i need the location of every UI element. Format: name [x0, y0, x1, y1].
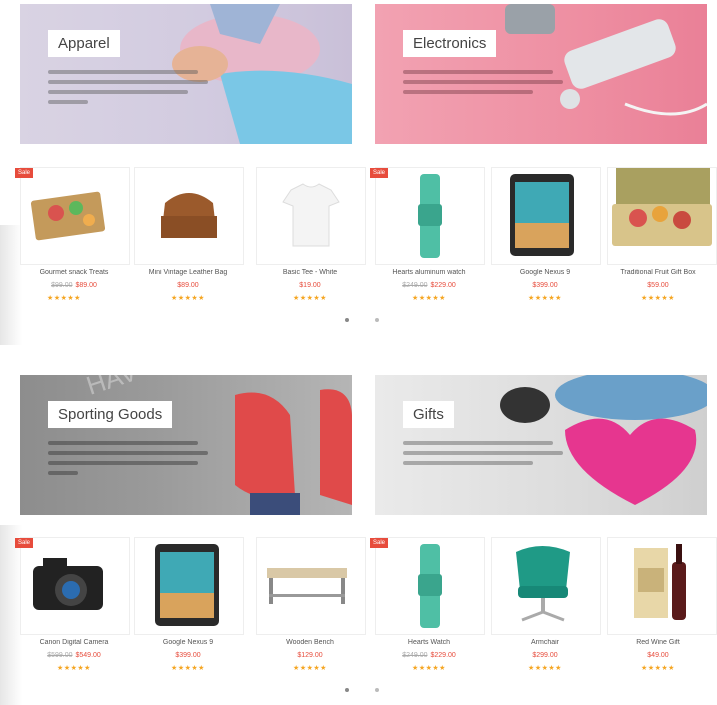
banner-title: Apparel: [48, 30, 120, 57]
old-price: $599.00: [47, 652, 73, 659]
rating-stars: ★★★★★: [528, 665, 562, 672]
banner-description: [48, 441, 208, 481]
old-price: $249.00: [402, 282, 428, 289]
product-image: [30, 191, 106, 241]
old-price: $99.00: [51, 282, 73, 289]
rating-stars: ★★★★★: [293, 665, 327, 672]
old-price: $249.00: [402, 652, 428, 659]
product-image: [155, 544, 219, 626]
current-price: $229.00: [430, 282, 456, 289]
product-price: $299.00: [532, 652, 558, 659]
rating-stars: ★★★★★: [641, 295, 675, 302]
product-price: $19.00: [299, 282, 321, 289]
product-image: [282, 183, 340, 247]
current-price: $229.00: [430, 652, 456, 659]
carousel-dot[interactable]: [375, 688, 379, 692]
product-image: [418, 544, 442, 628]
product-price: $59.00: [647, 282, 669, 289]
product-name[interactable]: Google Nexus 9: [486, 269, 604, 276]
product-name[interactable]: Hearts Watch: [370, 639, 488, 646]
svg-text:HAV: HAV: [83, 375, 142, 401]
product-price: $249.00 $229.00: [370, 652, 488, 659]
product-image: [267, 568, 347, 604]
product-image: [33, 558, 103, 610]
carousel-dot[interactable]: [345, 688, 349, 692]
product-image: [510, 174, 574, 256]
product-name[interactable]: Traditional Fruit Gift Box: [599, 269, 717, 276]
product-price: $399.00: [175, 652, 201, 659]
rating-stars: ★★★★★: [412, 295, 446, 302]
product-image: [161, 193, 217, 238]
product-name[interactable]: Red Wine Gift: [599, 639, 717, 646]
product-price: $49.00: [647, 652, 669, 659]
product-price: $249.00 $229.00: [370, 282, 488, 289]
product-price: $129.00: [297, 652, 323, 659]
product-image: [418, 174, 442, 258]
banner-gifts[interactable]: Gifts: [375, 375, 707, 515]
product-card[interactable]: [256, 537, 366, 635]
rating-stars: ★★★★★: [57, 665, 91, 672]
product-name[interactable]: Google Nexus 9: [129, 639, 247, 646]
product-image: [612, 168, 712, 246]
product-card[interactable]: [134, 537, 244, 635]
product-name[interactable]: Basic Tee - White: [251, 269, 369, 276]
banner-electronics[interactable]: Electronics: [375, 4, 707, 144]
rating-stars: ★★★★★: [171, 295, 205, 302]
product-card[interactable]: [607, 537, 717, 635]
product-card[interactable]: Sale: [370, 537, 485, 635]
product-card[interactable]: Sale: [15, 167, 130, 265]
banner-description: [403, 70, 563, 100]
product-name[interactable]: Gourmet snack Treats: [15, 269, 133, 276]
product-card[interactable]: Sale: [15, 537, 130, 635]
product-card[interactable]: [607, 167, 717, 265]
rating-stars: ★★★★★: [47, 295, 81, 302]
product-name[interactable]: Wooden Bench: [251, 639, 369, 646]
banner-title: Electronics: [403, 30, 497, 57]
rating-stars: ★★★★★: [171, 665, 205, 672]
banner-description: [403, 441, 563, 471]
rating-stars: ★★★★★: [641, 665, 675, 672]
product-price: $399.00: [532, 282, 558, 289]
product-price: $599.00 $549.00: [15, 652, 133, 659]
product-name[interactable]: Armchair: [486, 639, 604, 646]
product-card[interactable]: [491, 537, 601, 635]
banner-title: Sporting Goods: [48, 401, 173, 428]
carousel-dot[interactable]: [375, 318, 379, 322]
rating-stars: ★★★★★: [412, 665, 446, 672]
product-image: [634, 544, 686, 620]
current-price: $549.00: [75, 652, 101, 659]
product-price: $99.00 $89.00: [15, 282, 133, 289]
product-card[interactable]: Sale: [370, 167, 485, 265]
carousel-dot[interactable]: [345, 318, 349, 322]
current-price: $89.00: [75, 282, 97, 289]
product-name[interactable]: Canon Digital Camera: [15, 639, 133, 646]
banner-apparel[interactable]: Apparel: [20, 4, 352, 144]
product-card[interactable]: [256, 167, 366, 265]
product-price: $89.00: [177, 282, 199, 289]
left-edge-shadow: [0, 525, 22, 705]
product-card[interactable]: [134, 167, 244, 265]
rating-stars: ★★★★★: [528, 295, 562, 302]
product-card[interactable]: [491, 167, 601, 265]
rating-stars: ★★★★★: [293, 295, 327, 302]
product-image: [516, 546, 570, 622]
banner-sporting-goods[interactable]: HAV Sporting Goods: [20, 375, 352, 515]
banner-description: [48, 70, 208, 110]
product-name[interactable]: Hearts aluminum watch: [370, 269, 488, 276]
product-name[interactable]: Mini Vintage Leather Bag: [129, 269, 247, 276]
banner-title: Gifts: [403, 401, 454, 428]
